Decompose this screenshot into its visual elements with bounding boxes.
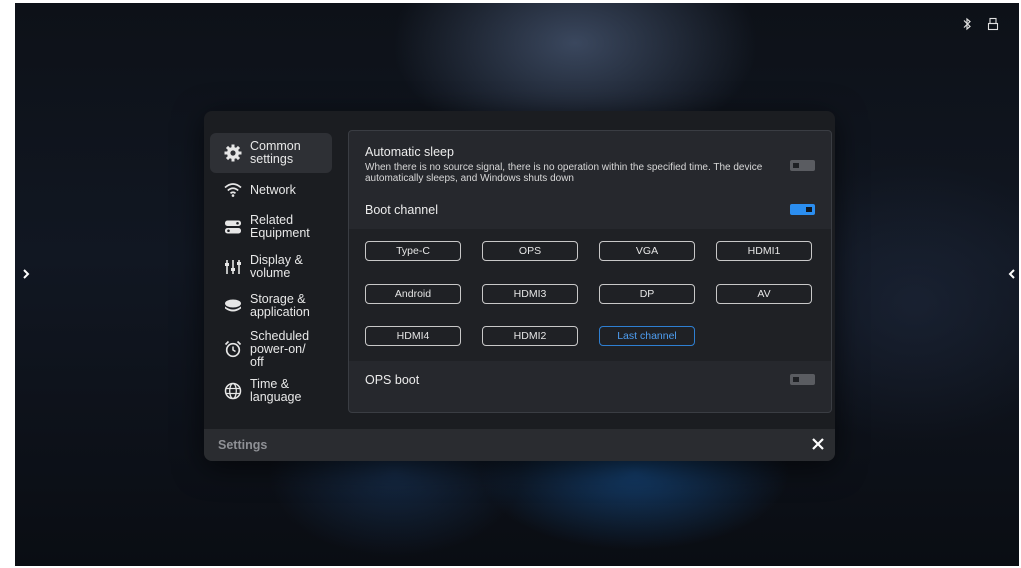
gear-icon [222,142,244,164]
automatic-sleep-toggle[interactable] [790,160,815,171]
channel-option-av[interactable]: AV [716,284,812,304]
boot-channel-options: Type-C OPS VGA HDMI1 Android HDMI3 DP AV… [349,229,831,361]
sidebar-item-storage-application[interactable]: Storage & application [210,287,332,325]
sidebar-item-label: Storage & application [250,292,310,319]
footer-title: Settings [218,438,268,452]
usb-icon[interactable] [987,17,999,31]
automatic-sleep-description: When there is no source signal, there is… [365,162,763,184]
sidebar-item-time-language[interactable]: Time & language [210,373,332,409]
settings-content: Automatic sleep When there is no source … [348,130,832,413]
sidebar-item-label: Network [250,182,296,197]
channel-option-hdmi1[interactable]: HDMI1 [716,241,812,261]
sidebar-item-label: Display & volume [250,253,303,280]
close-icon[interactable] [811,437,825,451]
ops-boot-row: OPS boot [349,373,831,393]
sidebar-item-label: Time & language [250,377,302,404]
alarm-clock-icon [222,338,244,360]
channel-option-last-channel[interactable]: Last channel [599,326,695,346]
channel-option-android[interactable]: Android [365,284,461,304]
channel-option-hdmi3[interactable]: HDMI3 [482,284,578,304]
sidebar-item-network[interactable]: Network [210,175,332,205]
chevron-right-icon[interactable] [21,267,31,281]
globe-icon [222,380,244,402]
sidebar-item-display-volume[interactable]: Display & volume [210,247,332,287]
device-icon [222,216,244,238]
channel-option-hdmi4[interactable]: HDMI4 [365,326,461,346]
automatic-sleep-row: Automatic sleep When there is no source … [349,145,831,191]
boot-channel-toggle[interactable] [790,204,815,215]
settings-footer: Settings [204,429,835,461]
automatic-sleep-title: Automatic sleep [365,145,454,159]
desktop-background: Common settings Network Related Equipmen… [15,3,1019,566]
settings-panel: Common settings Network Related Equipmen… [204,111,835,461]
channel-option-type-c[interactable]: Type-C [365,241,461,261]
chevron-left-icon[interactable] [1007,267,1017,281]
ops-boot-toggle[interactable] [790,374,815,385]
sidebar-item-related-equipment[interactable]: Related Equipment [210,207,332,247]
channel-option-hdmi2[interactable]: HDMI2 [482,326,578,346]
sliders-icon [222,256,244,278]
sidebar-item-scheduled-power[interactable]: Scheduled power-on/ off [210,325,332,373]
status-bar [961,17,999,31]
sidebar-item-label: Common settings [250,139,301,166]
boot-channel-row: Boot channel [349,203,831,223]
sidebar-item-common-settings[interactable]: Common settings [210,133,332,173]
channel-option-dp[interactable]: DP [599,284,695,304]
sidebar-item-label: Scheduled power-on/ off [250,328,310,369]
channel-option-ops[interactable]: OPS [482,241,578,261]
storage-icon [222,295,244,317]
settings-sidebar: Common settings Network Related Equipmen… [210,133,332,409]
ops-boot-title: OPS boot [365,373,420,387]
channel-option-vga[interactable]: VGA [599,241,695,261]
bluetooth-icon[interactable] [961,17,973,31]
sidebar-item-label: Related Equipment [250,213,310,240]
boot-channel-title: Boot channel [365,203,438,217]
wifi-icon [222,179,244,201]
